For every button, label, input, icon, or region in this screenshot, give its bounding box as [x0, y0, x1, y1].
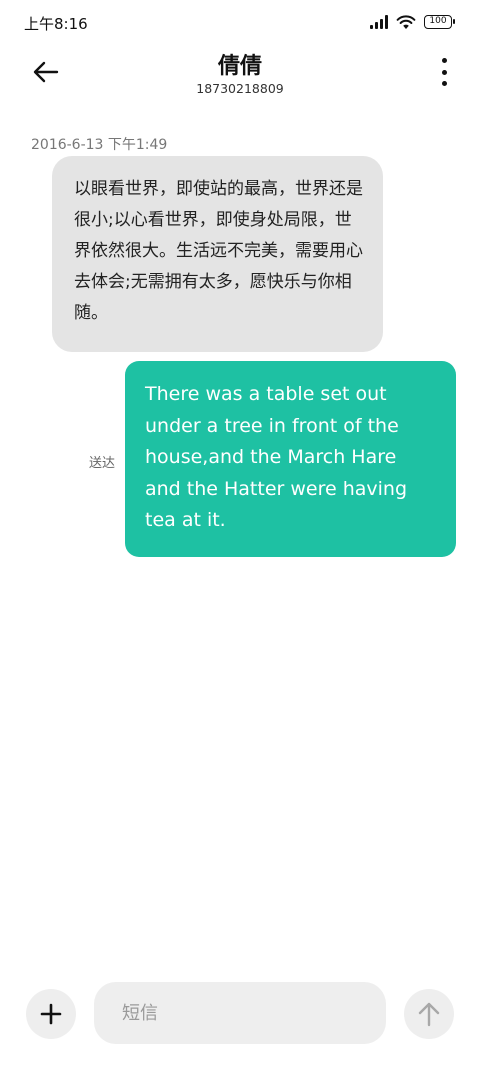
conversation-header: 倩倩 18730218809	[0, 44, 480, 104]
message-input[interactable]	[94, 982, 386, 1044]
incoming-message-bubble[interactable]: 以眼看世界，即使站的最高，世界还是很小;以心看世界，即使身处局限，世界依然很大。…	[52, 156, 383, 352]
plus-icon	[40, 1003, 62, 1025]
add-attachment-button[interactable]	[26, 989, 76, 1039]
signal-icon	[370, 15, 388, 29]
contact-name: 倩倩	[217, 54, 262, 79]
wifi-icon	[396, 15, 416, 29]
status-time: 上午8:16	[24, 15, 88, 33]
composer-bar	[0, 982, 480, 1044]
more-vertical-icon-dot	[441, 58, 447, 63]
message-timestamp: 2016-6-13 下午1:49	[31, 137, 168, 153]
more-vertical-icon-dot	[441, 81, 447, 86]
contact-phone: 18730218809	[196, 81, 284, 96]
more-vertical-icon-dot	[441, 69, 447, 75]
send-button[interactable]	[404, 989, 454, 1039]
status-bar: 上午8:16 100	[0, 0, 480, 44]
status-icons: 100	[370, 14, 455, 30]
more-options-button[interactable]	[438, 58, 450, 86]
arrow-up-icon	[418, 1002, 440, 1027]
battery-icon: 100	[424, 15, 455, 29]
outgoing-message-bubble[interactable]: There was a table set out under a tree i…	[125, 361, 456, 557]
delivery-status: 送达	[89, 456, 116, 471]
